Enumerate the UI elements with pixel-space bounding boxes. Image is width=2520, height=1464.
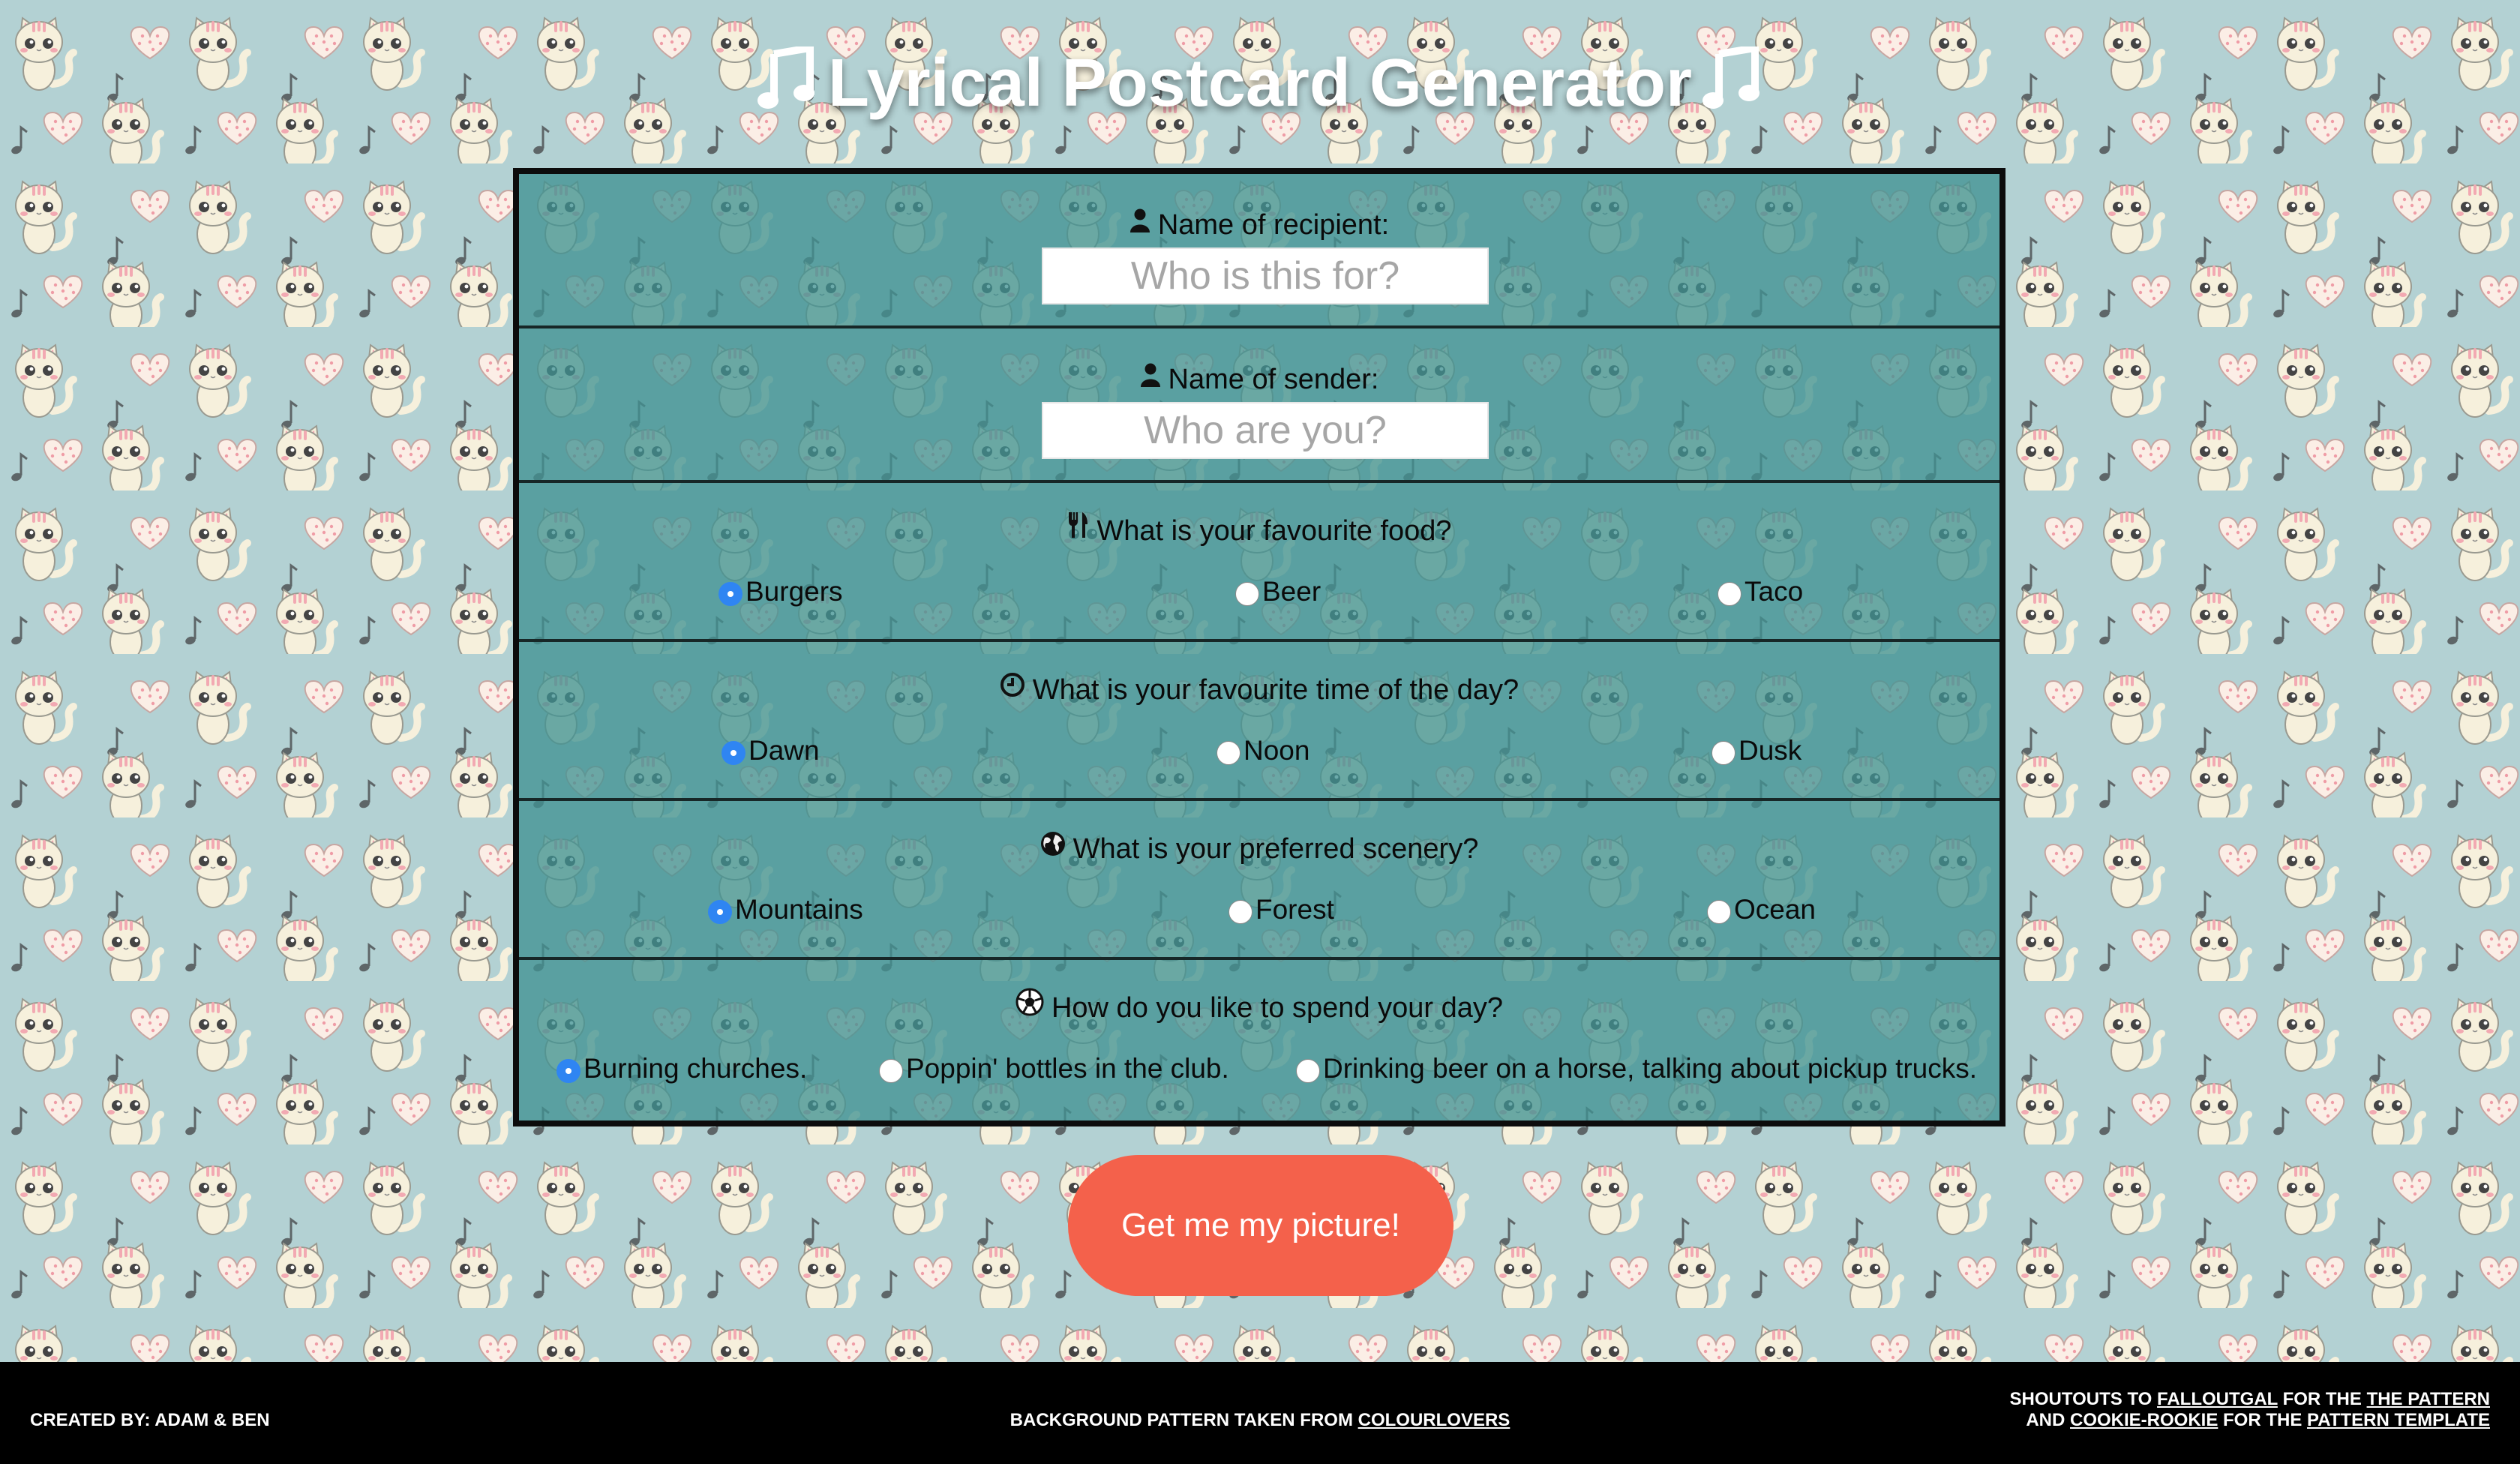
sender-section: Name of sender:: [519, 328, 2000, 483]
user-icon: [1130, 206, 1150, 242]
radio-button[interactable]: [722, 741, 746, 765]
cutlery-icon: [1066, 511, 1089, 548]
footer-shoutouts: Shoutouts to FalloutGal for the the patt…: [2009, 1389, 2490, 1430]
radio-button[interactable]: [1235, 582, 1259, 606]
activity-section: How do you like to spend your day? Burni…: [519, 960, 2000, 1112]
time-section: What is your favourite time of the day? …: [519, 642, 2000, 801]
radio-button[interactable]: [708, 900, 732, 924]
falloutgal-link[interactable]: FalloutGal: [2157, 1389, 2278, 1409]
time-option-dusk[interactable]: Dusk: [1712, 735, 1802, 771]
time-option-noon[interactable]: Noon: [1216, 735, 1310, 771]
time-label: What is your favourite time of the day?: [519, 672, 2000, 710]
scenery-label: What is your preferred scenery?: [519, 831, 2000, 868]
scenery-option-forest[interactable]: Forest: [1228, 894, 1334, 930]
get-picture-button[interactable]: Get me my picture!: [1068, 1155, 1454, 1296]
activity-option-drinking-beer[interactable]: Drinking beer on a horse, talking about …: [1296, 1053, 1977, 1089]
activity-label: How do you like to spend your day?: [519, 988, 2000, 1028]
music-note-icon: [1702, 43, 1762, 130]
radio-button[interactable]: [1707, 900, 1731, 924]
cookie-rookie-link[interactable]: cookie-rookie: [2070, 1410, 2218, 1430]
time-option-dawn[interactable]: Dawn: [722, 735, 820, 771]
radio-button[interactable]: [1718, 582, 1742, 606]
page-title: Lyrical Postcard Generator: [0, 42, 2520, 130]
user-icon: [1140, 360, 1161, 396]
activity-option-burning-churches[interactable]: Burning churches.: [556, 1053, 807, 1089]
food-option-taco[interactable]: Taco: [1718, 576, 1803, 612]
globe-icon: [1040, 830, 1066, 866]
radio-button[interactable]: [1216, 741, 1240, 765]
recipient-label: Name of recipient:: [519, 207, 2000, 244]
scenery-section: What is your preferred scenery? Mountain…: [519, 801, 2000, 960]
food-section: What is your favourite food? Burgers Bee…: [519, 483, 2000, 642]
clock-icon: [1000, 670, 1025, 706]
radio-button[interactable]: [1712, 741, 1736, 765]
radio-button[interactable]: [718, 582, 742, 606]
the-pattern-link[interactable]: the pattern: [2367, 1389, 2490, 1409]
footer: Created by: Adam & Ben Background patter…: [0, 1362, 2520, 1464]
recipient-section: Name of recipient:: [519, 174, 2000, 328]
music-note-icon: [757, 43, 818, 130]
activity-option-poppin-bottles[interactable]: Poppin' bottles in the club.: [879, 1053, 1229, 1089]
soccer-ball-icon: [1016, 988, 1044, 1025]
sender-input[interactable]: [1042, 402, 1489, 459]
radio-button[interactable]: [1296, 1059, 1320, 1083]
pattern-template-link[interactable]: pattern template: [2307, 1410, 2490, 1430]
food-option-beer[interactable]: Beer: [1235, 576, 1321, 612]
postcard-form: Name of recipient: Name of sender: What …: [513, 168, 2006, 1126]
radio-button[interactable]: [556, 1059, 580, 1083]
sender-label: Name of sender:: [519, 362, 2000, 399]
recipient-input[interactable]: [1042, 248, 1489, 304]
page-title-text: Lyrical Postcard Generator: [827, 46, 1693, 121]
radio-button[interactable]: [1228, 900, 1252, 924]
radio-button[interactable]: [879, 1059, 903, 1083]
scenery-option-ocean[interactable]: Ocean: [1707, 894, 1816, 930]
food-label: What is your favourite food?: [519, 511, 2000, 551]
colourlovers-link[interactable]: COLOURlovers: [1358, 1410, 1510, 1430]
food-option-burgers[interactable]: Burgers: [718, 576, 843, 612]
scenery-option-mountains[interactable]: Mountains: [708, 894, 863, 930]
